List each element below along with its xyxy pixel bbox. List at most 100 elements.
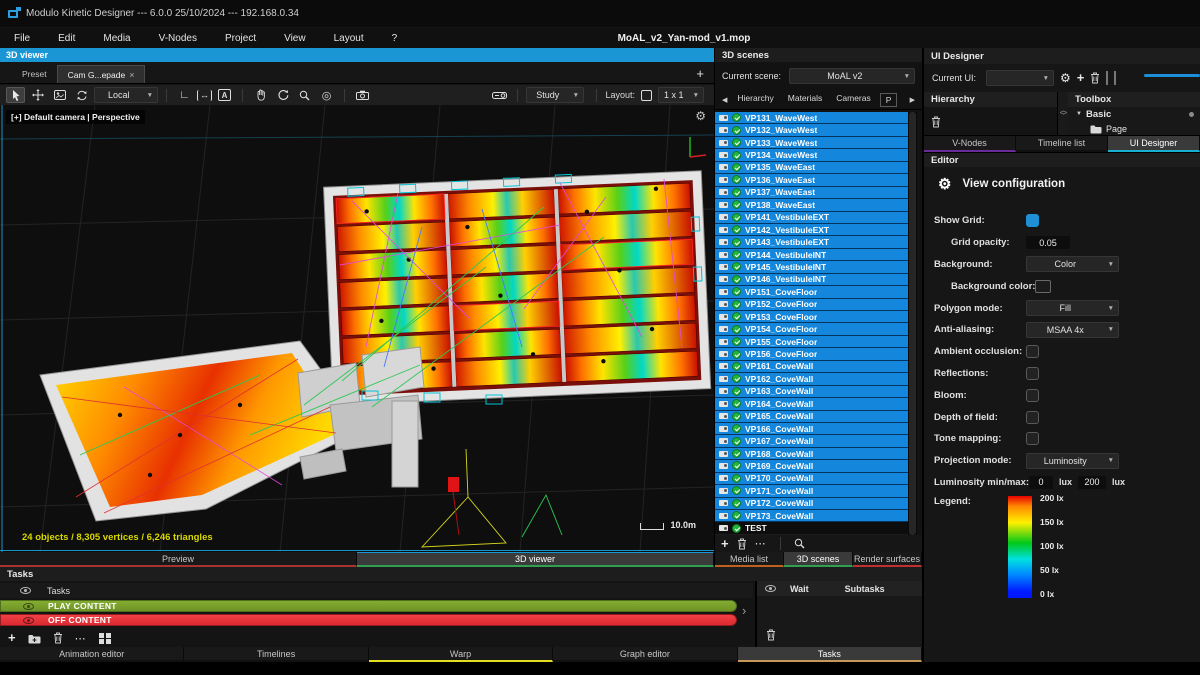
- enabled-check-icon[interactable]: [732, 412, 741, 421]
- text-input[interactable]: 0.05: [1026, 236, 1070, 249]
- gear-icon[interactable]: ⚙: [1060, 71, 1071, 85]
- scene-list-item[interactable]: VP168_CoveWall: [715, 448, 908, 460]
- scene-list-item[interactable]: VP143_VestibuleEXT: [715, 236, 908, 248]
- add-icon[interactable]: +: [721, 539, 729, 549]
- scene-list-item[interactable]: VP161_CoveWall: [715, 361, 908, 373]
- eye-icon[interactable]: [765, 585, 776, 592]
- enabled-check-icon[interactable]: [732, 461, 741, 470]
- trash-icon[interactable]: [53, 632, 63, 644]
- enabled-check-icon[interactable]: [732, 225, 741, 234]
- checkbox[interactable]: [1026, 432, 1039, 445]
- enabled-check-icon[interactable]: [732, 126, 741, 135]
- scene-list-item[interactable]: VP163_CoveWall: [715, 386, 908, 398]
- enabled-check-icon[interactable]: [732, 262, 741, 271]
- scene-list-item[interactable]: VP131_WaveWest: [715, 112, 908, 124]
- current-scene-dropdown[interactable]: MoAL v2▼: [789, 68, 915, 84]
- menu-file[interactable]: File: [0, 28, 44, 48]
- scene-list-item[interactable]: VP138_WaveEast: [715, 199, 908, 211]
- enabled-check-icon[interactable]: [732, 350, 741, 359]
- trash-icon[interactable]: [1090, 72, 1100, 84]
- orbit-tool-button[interactable]: [273, 87, 292, 103]
- enabled-check-icon[interactable]: [732, 213, 741, 222]
- tab-materials[interactable]: Materials: [781, 93, 829, 107]
- menu-[interactable]: ?: [378, 28, 412, 48]
- menu-media[interactable]: Media: [89, 28, 144, 48]
- tab-animation-editor[interactable]: Animation editor: [0, 647, 184, 662]
- eye-icon[interactable]: [20, 587, 31, 594]
- enabled-check-icon[interactable]: [732, 175, 741, 184]
- enabled-check-icon[interactable]: [732, 524, 741, 533]
- layout-dropdown[interactable]: 1 x 1▼: [658, 87, 704, 103]
- enabled-check-icon[interactable]: [732, 449, 741, 458]
- checkbox[interactable]: [1026, 389, 1039, 402]
- enabled-check-icon[interactable]: [732, 287, 741, 296]
- dimension-measure-icon[interactable]: ↔: [197, 90, 212, 101]
- scene-list-item[interactable]: VP167_CoveWall: [715, 435, 908, 447]
- trash-icon[interactable]: [766, 629, 776, 641]
- scene-list-item[interactable]: VP145_VestibuleINT: [715, 261, 908, 273]
- scene-list-item[interactable]: VP141_VestibuleEXT: [715, 212, 908, 224]
- enabled-check-icon[interactable]: [732, 337, 741, 346]
- checkbox[interactable]: [1026, 345, 1039, 358]
- tab-timelines[interactable]: Timelines: [184, 647, 368, 662]
- pan-tool-button[interactable]: [251, 87, 270, 103]
- enabled-check-icon[interactable]: [732, 399, 741, 408]
- tab-tasks[interactable]: Tasks: [738, 647, 922, 662]
- enabled-check-icon[interactable]: [732, 511, 741, 520]
- add-folder-icon[interactable]: [28, 633, 41, 644]
- checkbox[interactable]: [1026, 411, 1039, 424]
- trash-icon[interactable]: [931, 116, 941, 128]
- color-swatch[interactable]: [1035, 280, 1051, 293]
- enabled-check-icon[interactable]: [732, 474, 741, 483]
- enabled-check-icon[interactable]: [732, 424, 741, 433]
- expand-chevron-icon[interactable]: ›: [742, 603, 746, 618]
- luminosity-min-input[interactable]: 0: [1029, 476, 1053, 489]
- scene-list-item[interactable]: VP154_CoveFloor: [715, 323, 908, 335]
- tab-warp[interactable]: Warp: [369, 647, 553, 662]
- eye-icon[interactable]: [23, 603, 34, 610]
- dropdown[interactable]: MSAA 4x▼: [1026, 322, 1119, 338]
- tasks-root-row[interactable]: Tasks: [0, 583, 753, 598]
- grid-view-icon[interactable]: [99, 633, 111, 644]
- enabled-check-icon[interactable]: [732, 300, 741, 309]
- scene-list-item[interactable]: VP134_WaveWest: [715, 149, 908, 161]
- select-tool-button[interactable]: [6, 87, 25, 103]
- tab-timeline-list[interactable]: Timeline list: [1016, 136, 1108, 152]
- task-off-content[interactable]: OFF CONTENT: [0, 614, 737, 626]
- transform-space-dropdown[interactable]: Local▼: [94, 87, 158, 103]
- enabled-check-icon[interactable]: [732, 151, 741, 160]
- luminosity-max-input[interactable]: 200: [1078, 476, 1106, 489]
- scene-list-item[interactable]: VP136_WaveEast: [715, 174, 908, 186]
- split-handle[interactable]: <>: [1058, 92, 1068, 135]
- menu-layout[interactable]: Layout: [320, 28, 378, 48]
- camera-icon[interactable]: [353, 87, 372, 103]
- scene-list-item[interactable]: VP172_CoveWall: [715, 498, 908, 510]
- scene-list-item[interactable]: VP169_CoveWall: [715, 460, 908, 472]
- enabled-check-icon[interactable]: [732, 238, 741, 247]
- current-ui-dropdown[interactable]: ▼: [986, 70, 1054, 86]
- checkbox[interactable]: [1026, 214, 1039, 227]
- scene-list-item[interactable]: VP133_WaveWest: [715, 137, 908, 149]
- enabled-check-icon[interactable]: [732, 138, 741, 147]
- menu-view[interactable]: View: [270, 28, 320, 48]
- scene-list-item[interactable]: VP173_CoveWall: [715, 510, 908, 522]
- enabled-check-icon[interactable]: [732, 374, 741, 383]
- scene-list-item[interactable]: VP135_WaveEast: [715, 162, 908, 174]
- enabled-check-icon[interactable]: [732, 387, 741, 396]
- menu-project[interactable]: Project: [211, 28, 270, 48]
- more-options-icon[interactable]: ⋯: [755, 537, 767, 550]
- focus-tool-button[interactable]: ◎: [317, 87, 336, 103]
- tab-ui-designer[interactable]: UI Designer: [1108, 136, 1200, 152]
- enabled-check-icon[interactable]: [732, 362, 741, 371]
- tab-3d-scenes[interactable]: 3D scenes: [784, 552, 853, 567]
- study-dropdown[interactable]: Study▼: [526, 87, 584, 103]
- add-tab-icon[interactable]: +: [696, 65, 704, 83]
- scene-list-item[interactable]: VP142_VestibuleEXT: [715, 224, 908, 236]
- horizontal-scrollbar[interactable]: [1144, 74, 1200, 77]
- scene-list-item[interactable]: VP162_CoveWall: [715, 373, 908, 385]
- more-options-icon[interactable]: ⋯: [75, 632, 87, 645]
- dropdown[interactable]: Luminosity▼: [1026, 453, 1119, 469]
- annotation-icon[interactable]: A: [215, 87, 234, 103]
- scene-list-item[interactable]: VP151_CoveFloor: [715, 286, 908, 298]
- tab-camera-preset[interactable]: Cam G...epade×: [57, 65, 146, 83]
